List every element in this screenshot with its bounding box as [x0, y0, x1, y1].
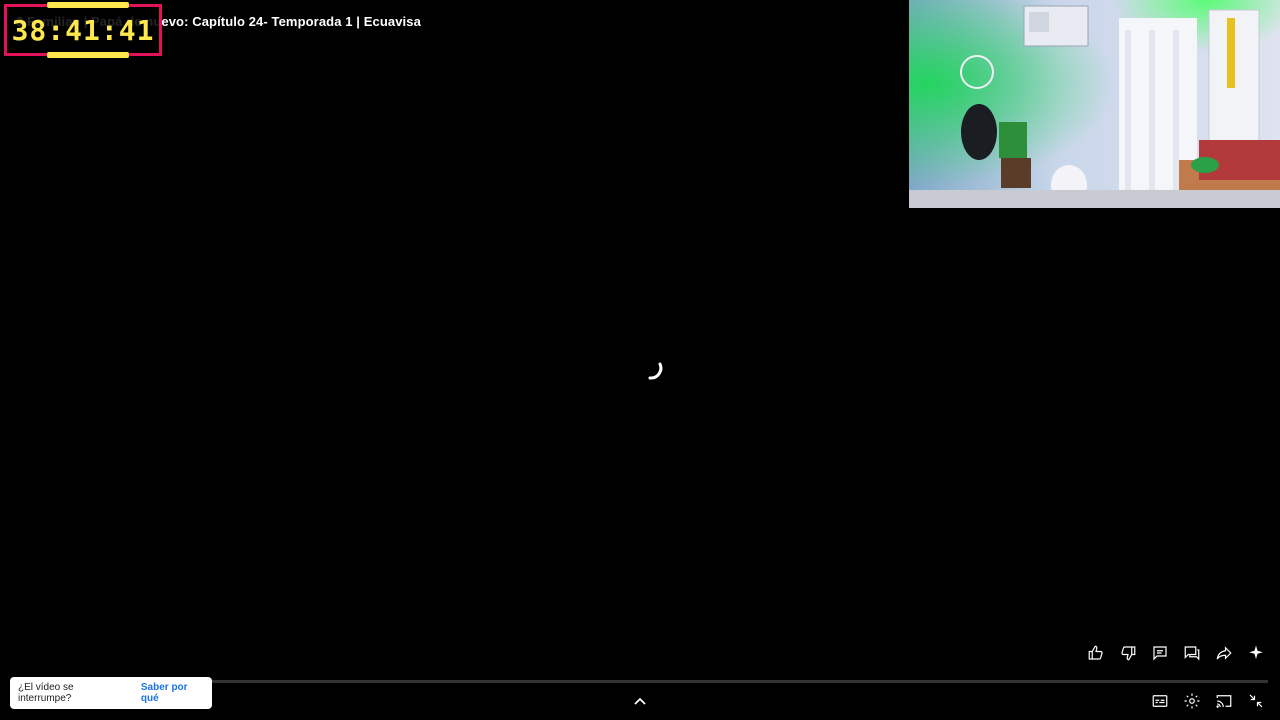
chevron-up-icon[interactable] — [632, 694, 648, 708]
interruption-toast: ¿El vídeo se interrumpe? Saber por qué — [10, 677, 212, 709]
thumbs-up-icon[interactable] — [1084, 641, 1108, 665]
timer-bar-top — [47, 2, 129, 8]
timer-overlay: 38:41:41 — [4, 2, 162, 58]
subtitles-icon[interactable] — [1148, 689, 1172, 713]
share-icon[interactable] — [1212, 641, 1236, 665]
thumbs-down-icon[interactable] — [1116, 641, 1140, 665]
comment-icon[interactable] — [1148, 641, 1172, 665]
learn-why-link[interactable]: Saber por qué — [141, 682, 204, 704]
timer-bar-bottom — [47, 52, 129, 58]
sparkle-icon[interactable] — [1244, 641, 1268, 665]
bottom-controls — [1148, 689, 1268, 713]
cast-icon[interactable] — [1212, 689, 1236, 713]
video-player[interactable]: 3 Familias | Papá de nuevo: Capítulo 24-… — [0, 0, 1280, 720]
loading-spinner-icon — [648, 362, 663, 380]
settings-gear-icon[interactable] — [1180, 689, 1204, 713]
action-bar — [1084, 641, 1268, 665]
exit-fullscreen-icon[interactable] — [1244, 689, 1268, 713]
live-chat-icon[interactable] — [1180, 641, 1204, 665]
timer-text: 38:41:41 — [11, 13, 155, 47]
webcam-overlay — [909, 0, 1280, 208]
webcam-scene — [909, 0, 1280, 208]
toast-text: ¿El vídeo se interrumpe? — [18, 682, 74, 704]
